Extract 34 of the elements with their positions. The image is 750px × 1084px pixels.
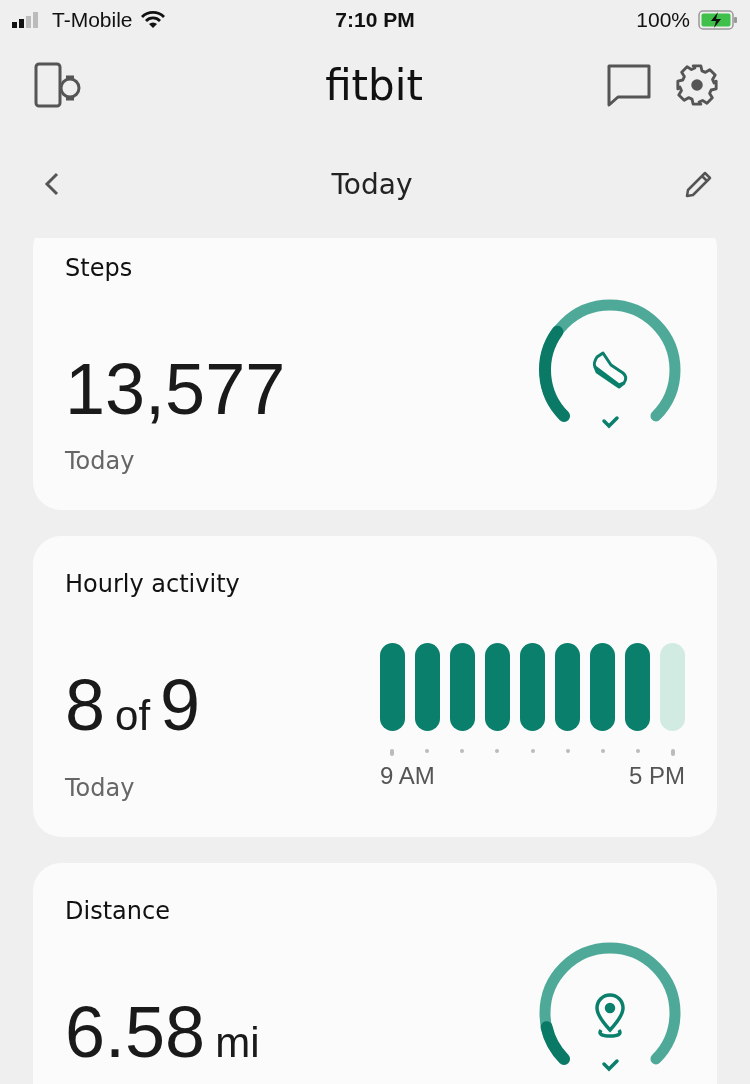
carrier-name: T-Mobile bbox=[52, 8, 133, 32]
battery-percent: 100% bbox=[636, 8, 690, 32]
phone-watch-icon bbox=[34, 62, 82, 108]
pencil-icon bbox=[684, 169, 714, 199]
stat-value: 8 bbox=[65, 664, 106, 747]
stat-total: 9 bbox=[160, 664, 201, 747]
card-title: Steps bbox=[65, 253, 134, 284]
location-pin-icon bbox=[595, 993, 625, 1038]
settings-icon bbox=[674, 62, 720, 108]
stat-card[interactable]: Distance 6.58 mi bbox=[33, 863, 717, 1084]
edit-button[interactable] bbox=[684, 169, 714, 199]
stat-period: Today bbox=[65, 773, 136, 804]
wifi-icon bbox=[140, 11, 165, 29]
app-logo: fitbit bbox=[324, 60, 424, 110]
settings-button[interactable] bbox=[674, 62, 720, 108]
back-button[interactable] bbox=[44, 171, 60, 197]
chat-icon bbox=[606, 63, 652, 107]
date-title: Today bbox=[330, 167, 414, 201]
status-time: 7:10 PM bbox=[335, 8, 415, 32]
stat-connector: of bbox=[115, 691, 151, 741]
axis-label: 5 PM bbox=[629, 762, 685, 790]
shoe-icon bbox=[592, 351, 628, 389]
devices-button[interactable] bbox=[34, 62, 82, 108]
stat-card[interactable]: Steps 13,577 Today bbox=[33, 238, 717, 510]
card-title: Distance bbox=[65, 896, 171, 927]
axis-label: 9 AM bbox=[380, 762, 435, 790]
stat-value: 13,577 bbox=[65, 348, 286, 431]
stat-card[interactable]: Hourly activity 8 of 9 Today 9 AM 5 PM bbox=[33, 536, 717, 837]
stat-period: Today bbox=[65, 446, 136, 477]
stat-unit: mi bbox=[215, 1018, 260, 1068]
back-icon bbox=[44, 171, 60, 197]
card-title: Hourly activity bbox=[65, 569, 241, 600]
messages-button[interactable] bbox=[606, 63, 652, 107]
stat-value: 6.58 bbox=[65, 991, 206, 1074]
